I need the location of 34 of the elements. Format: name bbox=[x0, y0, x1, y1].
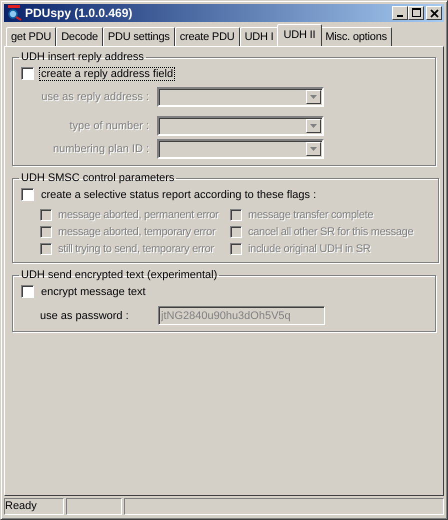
magnifier-icon bbox=[6, 5, 22, 21]
field-label: numbering plan ID : bbox=[52, 143, 149, 155]
tab[interactable]: Decode bbox=[56, 27, 103, 46]
maximize-button[interactable] bbox=[408, 6, 424, 20]
checkbox[interactable] bbox=[21, 67, 34, 80]
checkbox[interactable] bbox=[21, 285, 34, 298]
group-title: UDH send encrypted text (experimental) bbox=[20, 269, 218, 281]
field-label: type of number : bbox=[68, 120, 149, 132]
checkbox-label: include original UDH in SR bbox=[247, 242, 372, 256]
group-title: UDH SMSC control parameters bbox=[20, 172, 176, 184]
tab[interactable]: Misc. options bbox=[320, 27, 392, 46]
maximize-icon bbox=[412, 8, 420, 17]
tab[interactable]: create PDU bbox=[174, 27, 240, 46]
checkbox-label: message aborted, temporary error bbox=[57, 225, 216, 239]
checkbox-label: message aborted, permanent error bbox=[57, 208, 220, 222]
status-panel bbox=[66, 498, 122, 515]
checkbox-label: still trying to send, temporary error bbox=[57, 242, 215, 256]
group-title: UDH insert reply address bbox=[20, 51, 145, 63]
tab[interactable]: PDU settings bbox=[102, 27, 175, 46]
field-label: use as password : bbox=[40, 310, 130, 322]
close-icon bbox=[430, 8, 438, 18]
checkbox-label: create a selective status report according to these flags : bbox=[40, 188, 318, 202]
checkbox-label: create a reply address field bbox=[39, 66, 176, 80]
checkbox-label: message transfer complete bbox=[247, 208, 374, 222]
status-text: Ready bbox=[4, 498, 64, 515]
checkbox[interactable] bbox=[21, 188, 34, 201]
checkbox-label: encrypt message text bbox=[40, 284, 147, 298]
window-title: PDUspy (1.0.0.469) bbox=[25, 6, 134, 20]
minimize-button[interactable] bbox=[392, 6, 408, 20]
checkbox-label: cancel all other SR for this message bbox=[247, 225, 414, 239]
tab[interactable]: get PDU bbox=[6, 27, 56, 46]
close-button[interactable] bbox=[426, 6, 442, 20]
field-label: use as reply address : bbox=[40, 91, 149, 103]
tab[interactable]: UDH II bbox=[276, 24, 322, 46]
